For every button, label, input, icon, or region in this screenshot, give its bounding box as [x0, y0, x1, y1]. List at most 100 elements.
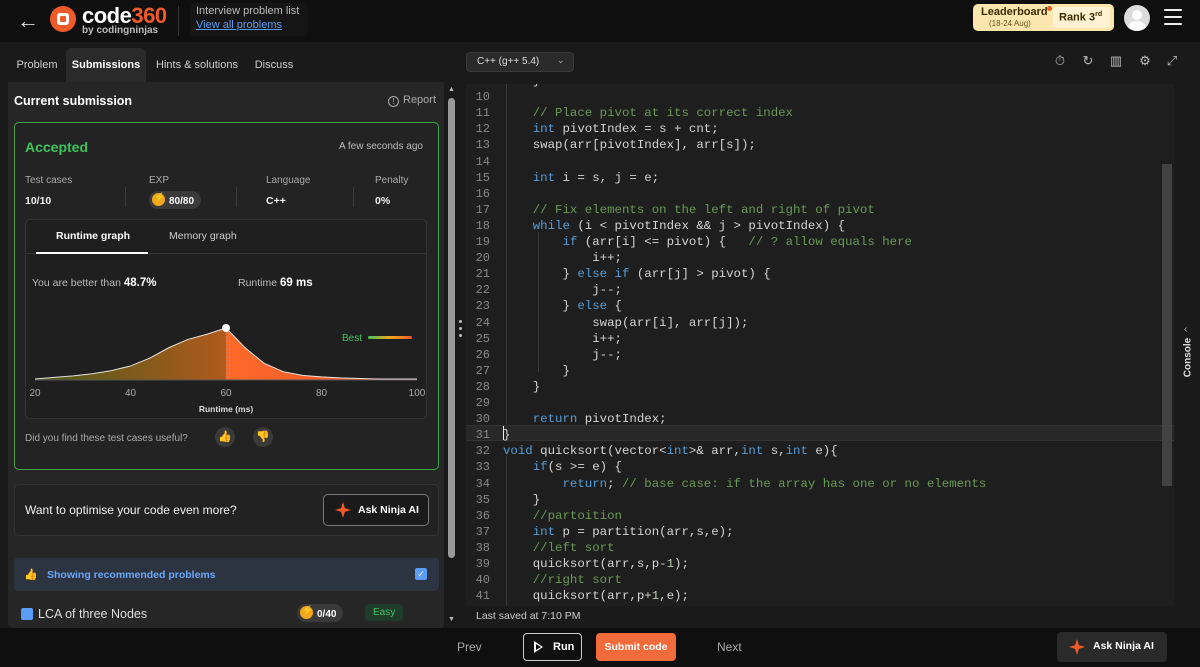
line-number: 11	[475, 106, 490, 121]
view-all-problems-link[interactable]: View all problems	[196, 19, 302, 31]
scroll-down-icon[interactable]: ▼	[448, 616, 455, 623]
ask-ninja-ai-button[interactable]: Ask Ninja AI	[323, 494, 429, 526]
tab-runtime-graph[interactable]: Runtime graph	[56, 230, 130, 242]
code-line[interactable]: //right sort	[503, 573, 622, 587]
timer-icon[interactable]: ⏱	[1052, 53, 1068, 69]
hamburger-menu-icon[interactable]	[1164, 9, 1182, 25]
code-line[interactable]: } else if (arr[j] > pivot) {	[503, 267, 770, 281]
refresh-icon[interactable]: ↻	[1080, 53, 1096, 69]
text-cursor	[503, 426, 504, 440]
stat-exp: EXP 80/80	[149, 175, 202, 209]
code-line[interactable]: //partoition	[503, 509, 622, 523]
stat-value: C++	[266, 195, 286, 207]
editor-scrollbar-thumb[interactable]	[1162, 164, 1172, 486]
tab-memory-graph[interactable]: Memory graph	[169, 230, 237, 242]
runtime-text: Runtime 69 ms	[238, 277, 313, 289]
tab-discuss[interactable]: Discuss	[248, 48, 300, 82]
submit-code-button[interactable]: Submit code	[596, 633, 676, 661]
accepted-card: Accepted A few seconds ago Test cases 10…	[14, 122, 439, 470]
recommended-problem-item[interactable]: LCA of three Nodes 0/40 Easy	[14, 604, 439, 628]
back-arrow-icon[interactable]: ←	[14, 7, 42, 35]
code-line[interactable]: i++;	[503, 332, 622, 346]
code-line[interactable]: //left sort	[503, 541, 615, 555]
thumbs-up-icon[interactable]: 👍	[215, 427, 235, 447]
code-line[interactable]: while (i < pivotIndex && j > pivotIndex)…	[503, 219, 845, 233]
leaderboard-button[interactable]: Leaderboard (18-24 Aug) Rank 3rd	[973, 4, 1114, 31]
better-label: You are better than	[32, 277, 121, 289]
thumbs-down-icon[interactable]: 👎	[253, 427, 273, 447]
better-than-text: You are better than 48.7%	[32, 277, 156, 289]
code-editor[interactable]: 9 101112131415161718 19 202122232425262728 2…	[466, 84, 1174, 606]
line-number: 22	[475, 283, 490, 298]
code-line[interactable]: } else {	[503, 299, 622, 313]
stat-penalty: Penalty 0%	[375, 175, 408, 207]
logo[interactable]: code360 by codingninjas	[50, 3, 170, 38]
runtime-chart: 20 40 60 80 100 Runtime (ms) Best	[29, 324, 426, 414]
code-line[interactable]: // Fix elements on the left and right of…	[503, 203, 875, 217]
avatar[interactable]	[1124, 5, 1150, 31]
console-label[interactable]: Console	[1183, 336, 1194, 380]
line-number: 25	[475, 331, 490, 346]
code-line[interactable]: }	[503, 84, 540, 88]
rank-suffix: rd	[1095, 11, 1103, 18]
scroll-up-icon[interactable]: ▲	[448, 86, 455, 93]
code-lines[interactable]: } // Place pivot at its correct index in…	[503, 84, 1168, 606]
language-select[interactable]: C++ (g++ 5.4) ⌄	[466, 52, 574, 72]
report-label: Report	[403, 94, 437, 106]
code-line[interactable]: swap(arr[i], arr[j]);	[503, 316, 748, 330]
code-line[interactable]: int p = partition(arr,s,e);	[503, 525, 734, 539]
code-line[interactable]: int pivotIndex = s + cnt;	[503, 122, 719, 136]
code-line[interactable]: j--;	[503, 283, 622, 297]
code-line[interactable]: i++;	[503, 251, 622, 265]
legend-label: Best	[342, 333, 362, 344]
divider	[178, 6, 179, 36]
line-number: 37	[475, 524, 490, 539]
chevron-left-icon[interactable]: ‹	[1184, 324, 1187, 335]
difficulty-badge: Easy	[365, 604, 404, 621]
code-line[interactable]: return; // base case: if the array has o…	[503, 477, 987, 491]
code-line[interactable]: }	[503, 428, 510, 442]
stat-label: Test cases	[25, 175, 73, 186]
checkbox-checked-icon[interactable]: ✓	[415, 568, 427, 580]
prev-button[interactable]: Prev	[457, 640, 482, 654]
left-scrollbar[interactable]: ▲ ▼	[446, 84, 458, 628]
code-line[interactable]: if(s >= e) {	[503, 460, 622, 474]
panel-resize-handle-icon[interactable]	[459, 320, 463, 348]
report-button[interactable]: ! Report	[388, 94, 436, 107]
line-number: 34	[475, 476, 490, 491]
run-label: Run	[553, 641, 575, 653]
code-line[interactable]: int i = s, j = e;	[503, 171, 659, 185]
tab-submissions[interactable]: Submissions	[66, 48, 146, 82]
console-side-panel[interactable]: ‹ Console	[1176, 84, 1200, 628]
stat-label: EXP	[149, 175, 170, 186]
tab-hints-solutions[interactable]: Hints & solutions	[150, 48, 244, 82]
line-number: 15	[475, 170, 490, 185]
code-line[interactable]: }	[503, 380, 540, 394]
code-line[interactable]: j--;	[503, 348, 622, 362]
code-line[interactable]: void quicksort(vector<int>& arr,int s,in…	[503, 444, 838, 458]
code-line[interactable]: }	[503, 493, 540, 507]
code-line[interactable]: return pivotIndex;	[503, 412, 667, 426]
code-line[interactable]: swap(arr[pivotIndex], arr[s]);	[503, 138, 756, 152]
leaderboard-label: Leaderboard	[981, 6, 1048, 18]
ask-ninja-ai-button-bottom[interactable]: Ask Ninja AI	[1057, 632, 1167, 662]
bottom-bar: Prev Run Submit code Next Ask Ninja AI	[0, 628, 1200, 667]
run-button[interactable]: Run	[523, 633, 582, 661]
ninja-spark-icon	[335, 502, 351, 518]
line-number: 26	[475, 347, 490, 362]
layout-icon[interactable]: ▥	[1108, 53, 1124, 69]
next-button[interactable]: Next	[717, 640, 742, 654]
recommended-toggle[interactable]: 👍 Showing recommended problems ✓	[14, 558, 439, 591]
code-line[interactable]: // Place pivot at its correct index	[503, 106, 793, 120]
code-line[interactable]: if (arr[i] <= pivot) { // ? allow equals…	[503, 235, 913, 249]
code-line[interactable]: }	[503, 364, 569, 378]
line-number: 20	[475, 251, 490, 266]
fullscreen-icon[interactable]: ⤢	[1164, 53, 1180, 69]
code-line[interactable]: quicksort(arr,s,p-1);	[503, 557, 689, 571]
scrollbar-thumb[interactable]	[448, 98, 455, 558]
settings-gear-icon[interactable]: ⚙	[1137, 53, 1153, 69]
chart-area-left	[35, 328, 226, 380]
code-line[interactable]: quicksort(arr,p+1,e);	[503, 589, 689, 603]
problem-title[interactable]: LCA of three Nodes	[38, 607, 147, 621]
tab-problem[interactable]: Problem	[8, 48, 66, 82]
